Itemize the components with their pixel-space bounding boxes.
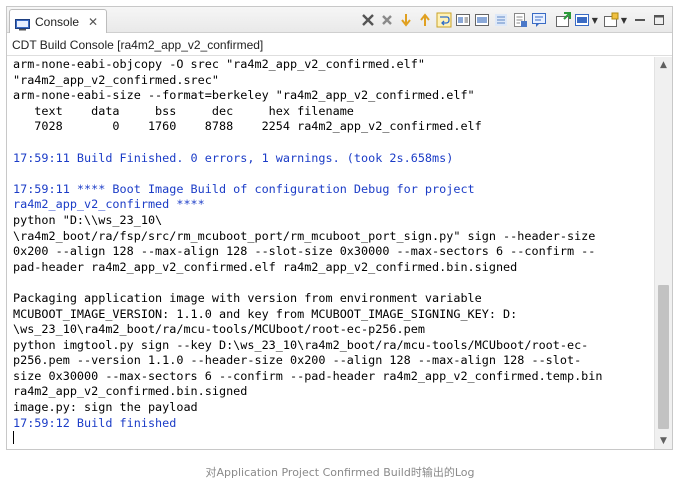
scroll-thumb[interactable]: [658, 285, 669, 429]
console-line: image.py: sign the payload: [13, 400, 198, 415]
console-line: arm-none-eabi-objcopy -O srec "ra4m2_app…: [13, 57, 425, 71]
scroll-down-icon[interactable]: ▼: [655, 433, 672, 449]
open-console-dropdown-icon[interactable]: ▼: [592, 16, 598, 25]
console-line: 7028 0 1760 8788 2254 ra4m2_app_v2_confi…: [13, 119, 482, 134]
console-line: p256.pem --version 1.1.0 --header-size 0…: [13, 353, 582, 368]
scroll-up-icon[interactable]: ▲: [655, 57, 672, 73]
vertical-scrollbar[interactable]: ▲ ▼: [654, 57, 672, 449]
new-console-dropdown-icon[interactable]: ▼: [621, 16, 627, 25]
show-on-output-icon[interactable]: [492, 11, 510, 29]
word-wrap-icon[interactable]: [435, 11, 453, 29]
console-line: text data bss dec hex filename: [13, 103, 354, 118]
show-console-output-icon[interactable]: [454, 11, 472, 29]
minimize-icon[interactable]: [631, 11, 649, 29]
console-view: Console ✕ ▼ ▼ CDT Build Console [ra4m2_a…: [6, 6, 673, 450]
console-line: ra4m2_app_v2_confirmed ****: [13, 197, 205, 212]
tab-console[interactable]: Console ✕: [9, 9, 107, 33]
console-line: ra4m2_app_v2_confirmed.bin.signed: [13, 384, 248, 399]
console-line: Packaging application image with version…: [13, 290, 482, 305]
console-line: "ra4m2_app_v2_confirmed.srec": [13, 72, 219, 87]
remove-all-terminated-icon[interactable]: [378, 11, 396, 29]
console-line: \ra4m2_boot/ra/fsp/src/rm_mcuboot_port/r…: [13, 228, 596, 243]
console-output[interactable]: arm-none-eabi-objcopy -O srec "ra4m2_app…: [13, 57, 653, 449]
text-caret: [13, 431, 14, 445]
console-line: arm-none-eabi-size --format=berkeley "ra…: [13, 88, 475, 103]
scroll-lock-up-icon[interactable]: [416, 11, 434, 29]
clear-console-icon[interactable]: [359, 11, 377, 29]
console-line: 17:59:12 Build finished: [13, 415, 177, 430]
console-name: CDT Build Console [ra4m2_app_v2_confirme…: [7, 34, 672, 56]
new-console-view-icon[interactable]: [554, 11, 572, 29]
maximize-icon[interactable]: [650, 11, 668, 29]
console-icon: [15, 16, 30, 30]
figure-caption: 对Application Project Confirmed Build时输出的…: [205, 466, 475, 479]
console-line: 0x200 --align 128 --max-align 128 --slot…: [13, 244, 596, 259]
close-icon[interactable]: ✕: [88, 16, 98, 28]
console-line: \ws_23_10\ra4m2_boot/ra/mcu-tools/MCUboo…: [13, 322, 425, 337]
console-line: python "D:\\ws_23_10\: [13, 212, 163, 227]
show-on-error-icon[interactable]: [511, 11, 529, 29]
console-line: 17:59:11 **** Boot Image Build of config…: [13, 181, 475, 196]
display-selected-console-icon[interactable]: [530, 11, 548, 29]
pin-console-icon[interactable]: [473, 11, 491, 29]
open-console-icon[interactable]: [573, 11, 591, 29]
console-caret-line: [13, 431, 653, 447]
scroll-lock-down-icon[interactable]: [397, 11, 415, 29]
console-line: size 0x30000 --max-sectors 6 --confirm -…: [13, 368, 603, 383]
console-line: 17:59:11 Build Finished. 0 errors, 1 war…: [13, 150, 454, 165]
new-console-icon[interactable]: [602, 11, 620, 29]
tab-console-label: Console: [35, 14, 80, 29]
tab-bar: Console ✕ ▼ ▼: [7, 7, 672, 33]
console-line: pad-header ra4m2_app_v2_confirmed.elf ra…: [13, 259, 518, 274]
console-toolbar: ▼ ▼: [358, 10, 668, 30]
console-line: MCUBOOT_IMAGE_VERSION: 1.1.0 and key fro…: [13, 306, 518, 321]
console-line: python imgtool.py sign --key D:\ws_23_10…: [13, 337, 589, 352]
